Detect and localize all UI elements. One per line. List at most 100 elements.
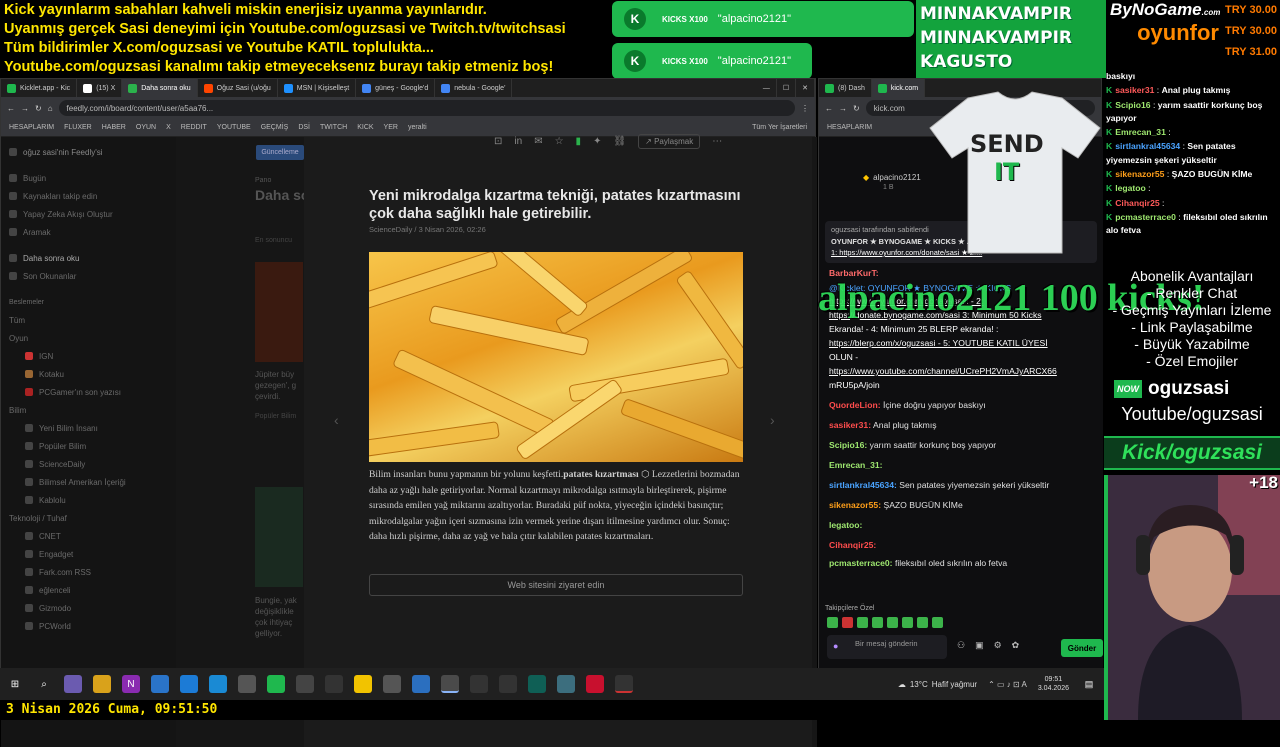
app-icon[interactable] xyxy=(557,675,575,693)
emote-icon[interactable] xyxy=(902,617,913,628)
bookmark-icon[interactable]: ▮ xyxy=(576,136,582,147)
forward-icon[interactable]: → xyxy=(21,104,29,113)
emote-icon[interactable] xyxy=(857,617,868,628)
emote-icon[interactable] xyxy=(887,617,898,628)
sidebar-item-feed[interactable]: ScienceDaily xyxy=(9,455,168,473)
tab-reddit[interactable]: Oğuz Sasi (u/oğu xyxy=(198,79,278,97)
app-icon[interactable] xyxy=(586,675,604,693)
mic-icon[interactable]: ● xyxy=(833,641,838,651)
chat-username[interactable]: sirtlankral45634: xyxy=(829,480,897,490)
sidebar-item-feed[interactable]: CNET xyxy=(9,527,168,545)
sidebar-header[interactable]: oğuz sasi'nin Feedly'si xyxy=(9,143,168,161)
bookmark[interactable]: FLUXER xyxy=(64,124,92,131)
users-icon[interactable]: ⚇ xyxy=(957,640,965,651)
app-icon[interactable] xyxy=(499,675,517,693)
tab-kick[interactable]: kick.com xyxy=(871,79,926,97)
sidebar-item-bilim[interactable]: Bilim xyxy=(9,401,168,419)
bookmark[interactable]: yeralti xyxy=(408,124,427,131)
chat-username[interactable]: pcmasterrace0: xyxy=(829,558,893,568)
close-icon[interactable]: ✕ xyxy=(796,79,815,97)
send-button[interactable]: Gönder xyxy=(1061,639,1103,657)
more-icon[interactable]: ⋯ xyxy=(712,136,722,147)
app-icon[interactable] xyxy=(296,675,314,693)
tab-google-1[interactable]: güneş - Google'd xyxy=(356,79,436,97)
tab-x[interactable]: (15) X xyxy=(77,79,123,97)
bookmark[interactable]: REDDIT xyxy=(181,124,207,131)
chat-username[interactable]: Emrecan_31: xyxy=(829,460,883,470)
link-icon[interactable]: ⛓ xyxy=(613,136,626,147)
app-icon[interactable] xyxy=(470,675,488,693)
article-title[interactable]: Yeni mikrodalga kızartma tekniği, patate… xyxy=(369,187,744,223)
chat-username[interactable]: legatoo: xyxy=(829,520,862,530)
star-icon[interactable]: ☆ xyxy=(555,136,564,147)
story-title[interactable]: Bungie, yak değişiklikle çok ihtiyaç gel… xyxy=(255,595,303,639)
sidebar-item-feed[interactable]: Engadget xyxy=(9,545,168,563)
sidebar-item-oyun[interactable]: Oyun xyxy=(9,329,168,347)
update-button[interactable]: Güncelleme xyxy=(256,145,304,160)
app-icon[interactable] xyxy=(615,675,633,693)
bookmark[interactable]: X xyxy=(166,124,171,131)
app-icon[interactable] xyxy=(151,675,169,693)
share-button[interactable]: ↗ Paylaşmak xyxy=(638,134,701,149)
sidebar-item-feed[interactable]: Gizmodo xyxy=(9,599,168,617)
sidebar-item-read-later[interactable]: Daha sonra oku xyxy=(9,249,168,267)
bookmark[interactable]: YOUTUBE xyxy=(217,124,251,131)
settings-icon[interactable]: ⚙ xyxy=(994,640,1002,651)
emote-icon[interactable] xyxy=(827,617,838,628)
chat-input[interactable]: Bir mesaj gönderin xyxy=(827,635,947,659)
url-field[interactable]: feedly.com/i/board/content/user/a5aa76..… xyxy=(58,100,795,116)
sidebar-item-feed[interactable]: eğlenceli xyxy=(9,581,168,599)
sidebar-item-ai[interactable]: Yapay Zeka Akışı Oluştur xyxy=(9,205,168,223)
folder-icon[interactable] xyxy=(93,675,111,693)
sidebar-item-feed[interactable]: Yeni Bilim İnsanı xyxy=(9,419,168,437)
prev-article-icon[interactable]: ‹ xyxy=(334,412,339,428)
bookmark[interactable]: OYUN xyxy=(136,124,156,131)
tab-feedly[interactable]: Daha sonra oku xyxy=(122,79,198,97)
app-icon[interactable] xyxy=(180,675,198,693)
sidebar-item-feed[interactable]: PCGamer'ın son yazısı xyxy=(9,383,168,401)
emote-icon[interactable] xyxy=(842,617,853,628)
app-icon[interactable] xyxy=(325,675,343,693)
chat-username[interactable]: sasiker31: xyxy=(829,420,871,430)
sidebar-item-feed[interactable]: Popüler Bilim xyxy=(9,437,168,455)
bookmark[interactable]: HESAPLARIM xyxy=(9,124,54,131)
sidebar-item-feed[interactable]: Kotaku xyxy=(9,365,168,383)
bookmark[interactable]: GEÇMİŞ xyxy=(261,124,289,131)
gift-icon[interactable]: ✿ xyxy=(1012,640,1020,651)
system-clock[interactable]: 09:51 3.04.2026 xyxy=(1038,675,1069,693)
bookmark[interactable]: HESAPLARIM xyxy=(827,124,872,131)
tab-dashboard[interactable]: (8) Dash xyxy=(819,79,872,97)
sidebar-item-all[interactable]: Tüm xyxy=(9,311,168,329)
edge-icon[interactable] xyxy=(209,675,227,693)
all-bookmarks[interactable]: Tüm Yer İşaretleri xyxy=(752,124,807,131)
chat-username[interactable]: Scipio16: xyxy=(829,440,867,450)
notification-icon[interactable]: ▤ xyxy=(1080,675,1098,693)
maximize-icon[interactable]: ☐ xyxy=(777,79,797,97)
story-thumbnail[interactable] xyxy=(255,487,303,587)
story-title[interactable]: Jüpiter büy gezegen', g çevirdi. xyxy=(255,369,303,402)
sidebar-item-recent[interactable]: Son Okunanlar xyxy=(9,267,168,285)
emote-icon[interactable] xyxy=(872,617,883,628)
sidebar-item-tek[interactable]: Teknoloji / Tuhaf xyxy=(9,509,168,527)
story-thumbnail[interactable] xyxy=(255,262,303,362)
bookmark[interactable]: TWITCH xyxy=(320,124,347,131)
reload-icon[interactable]: ↻ xyxy=(853,104,860,113)
tab-google-2[interactable]: nebula - Google' xyxy=(435,79,513,97)
app-icon[interactable] xyxy=(64,675,82,693)
sidebar-item-follow[interactable]: Kaynakları takip edin xyxy=(9,187,168,205)
emote-icon[interactable] xyxy=(932,617,943,628)
visit-website-button[interactable]: Web sitesini ziyaret edin xyxy=(369,574,743,596)
email-icon[interactable]: ✉ xyxy=(534,136,542,147)
bookmark[interactable]: DSİ xyxy=(298,124,310,131)
minimize-icon[interactable]: — xyxy=(757,79,777,97)
home-icon[interactable]: ⌂ xyxy=(48,104,53,113)
bookmark[interactable]: KICK xyxy=(357,124,373,131)
reload-icon[interactable]: ↻ xyxy=(35,104,42,113)
archive-icon[interactable]: ⊡ xyxy=(494,136,502,147)
windows-start-icon[interactable]: ⊞ xyxy=(6,675,24,693)
camera-icon[interactable] xyxy=(238,675,256,693)
sidebar-item-feed[interactable]: Bilimsel Amerikan İçeriği xyxy=(9,473,168,491)
sidebar-item-today[interactable]: Bugün xyxy=(9,169,168,187)
search-icon[interactable]: ⌕ xyxy=(35,675,53,693)
bookmark[interactable]: YER xyxy=(384,124,398,131)
